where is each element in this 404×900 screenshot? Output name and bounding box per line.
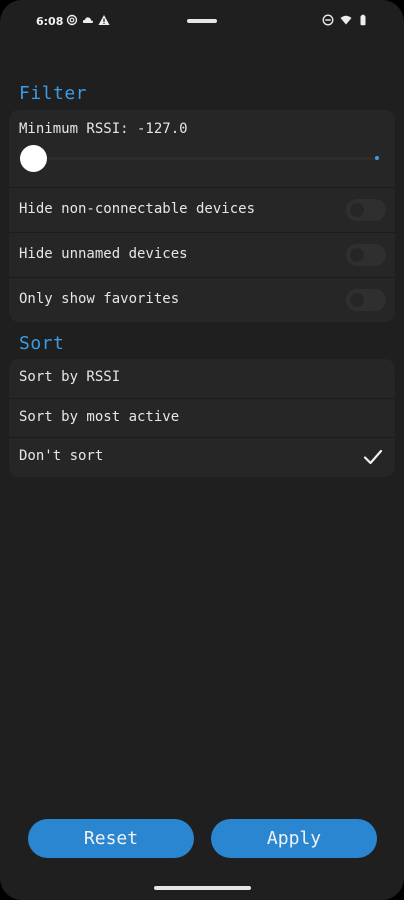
sort-card: Sort by RSSI Sort by most active Don't s… xyxy=(9,359,395,477)
sort-option-most-active[interactable]: Sort by most active xyxy=(9,398,395,438)
only-favorites-toggle[interactable] xyxy=(346,289,386,311)
rssi-row: Minimum RSSI: -127.0 xyxy=(9,110,395,186)
rssi-label: Minimum RSSI: -127.0 xyxy=(19,121,188,137)
reset-button[interactable]: Reset xyxy=(28,819,194,858)
toggle-label: Hide non-connectable devices xyxy=(19,201,256,217)
slider-end-dot xyxy=(375,156,379,160)
toggle-label: Only show favorites xyxy=(19,291,180,307)
cloud-icon xyxy=(82,17,93,23)
toggle-row-hide-unnamed[interactable]: Hide unnamed devices xyxy=(9,232,395,278)
hide-non-connectable-toggle[interactable] xyxy=(346,199,386,221)
at-sign-icon xyxy=(66,14,78,26)
sort-option-label: Don't sort xyxy=(19,448,104,464)
home-indicator[interactable] xyxy=(154,886,251,890)
filter-section-title: Filter xyxy=(19,83,88,104)
status-right-icons xyxy=(322,14,370,26)
toggle-knob xyxy=(350,203,364,217)
status-time: 6:08 xyxy=(36,15,64,28)
rssi-slider-track[interactable] xyxy=(33,156,379,160)
toggle-knob xyxy=(350,293,364,307)
toggle-knob xyxy=(350,248,364,262)
sort-option-label: Sort by most active xyxy=(19,409,180,425)
sort-section-title: Sort xyxy=(19,333,65,354)
hide-unnamed-toggle[interactable] xyxy=(346,244,386,266)
phone-screen: 6:08 Filter Minimum RSSI: -127.0 Hide no… xyxy=(0,0,404,900)
sort-option-label: Sort by RSSI xyxy=(19,369,121,385)
check-icon xyxy=(363,449,383,465)
warning-icon xyxy=(98,15,110,25)
sort-option-rssi[interactable]: Sort by RSSI xyxy=(9,359,395,398)
toggle-row-only-favorites[interactable]: Only show favorites xyxy=(9,277,395,322)
toggle-label: Hide unnamed devices xyxy=(19,246,188,262)
status-bar: 6:08 xyxy=(0,0,404,44)
camera-notch-pill xyxy=(187,19,217,23)
sort-option-dont-sort[interactable]: Don't sort xyxy=(9,437,395,477)
do-not-disturb-icon xyxy=(322,14,334,26)
apply-button[interactable]: Apply xyxy=(211,819,377,858)
wifi-icon xyxy=(340,15,352,25)
status-left-icons xyxy=(66,14,110,26)
rssi-slider-thumb[interactable] xyxy=(19,145,47,172)
battery-icon xyxy=(360,14,366,26)
toggle-row-hide-non-connectable[interactable]: Hide non-connectable devices xyxy=(9,187,395,233)
filter-card: Minimum RSSI: -127.0 Hide non-connectabl… xyxy=(9,110,395,322)
